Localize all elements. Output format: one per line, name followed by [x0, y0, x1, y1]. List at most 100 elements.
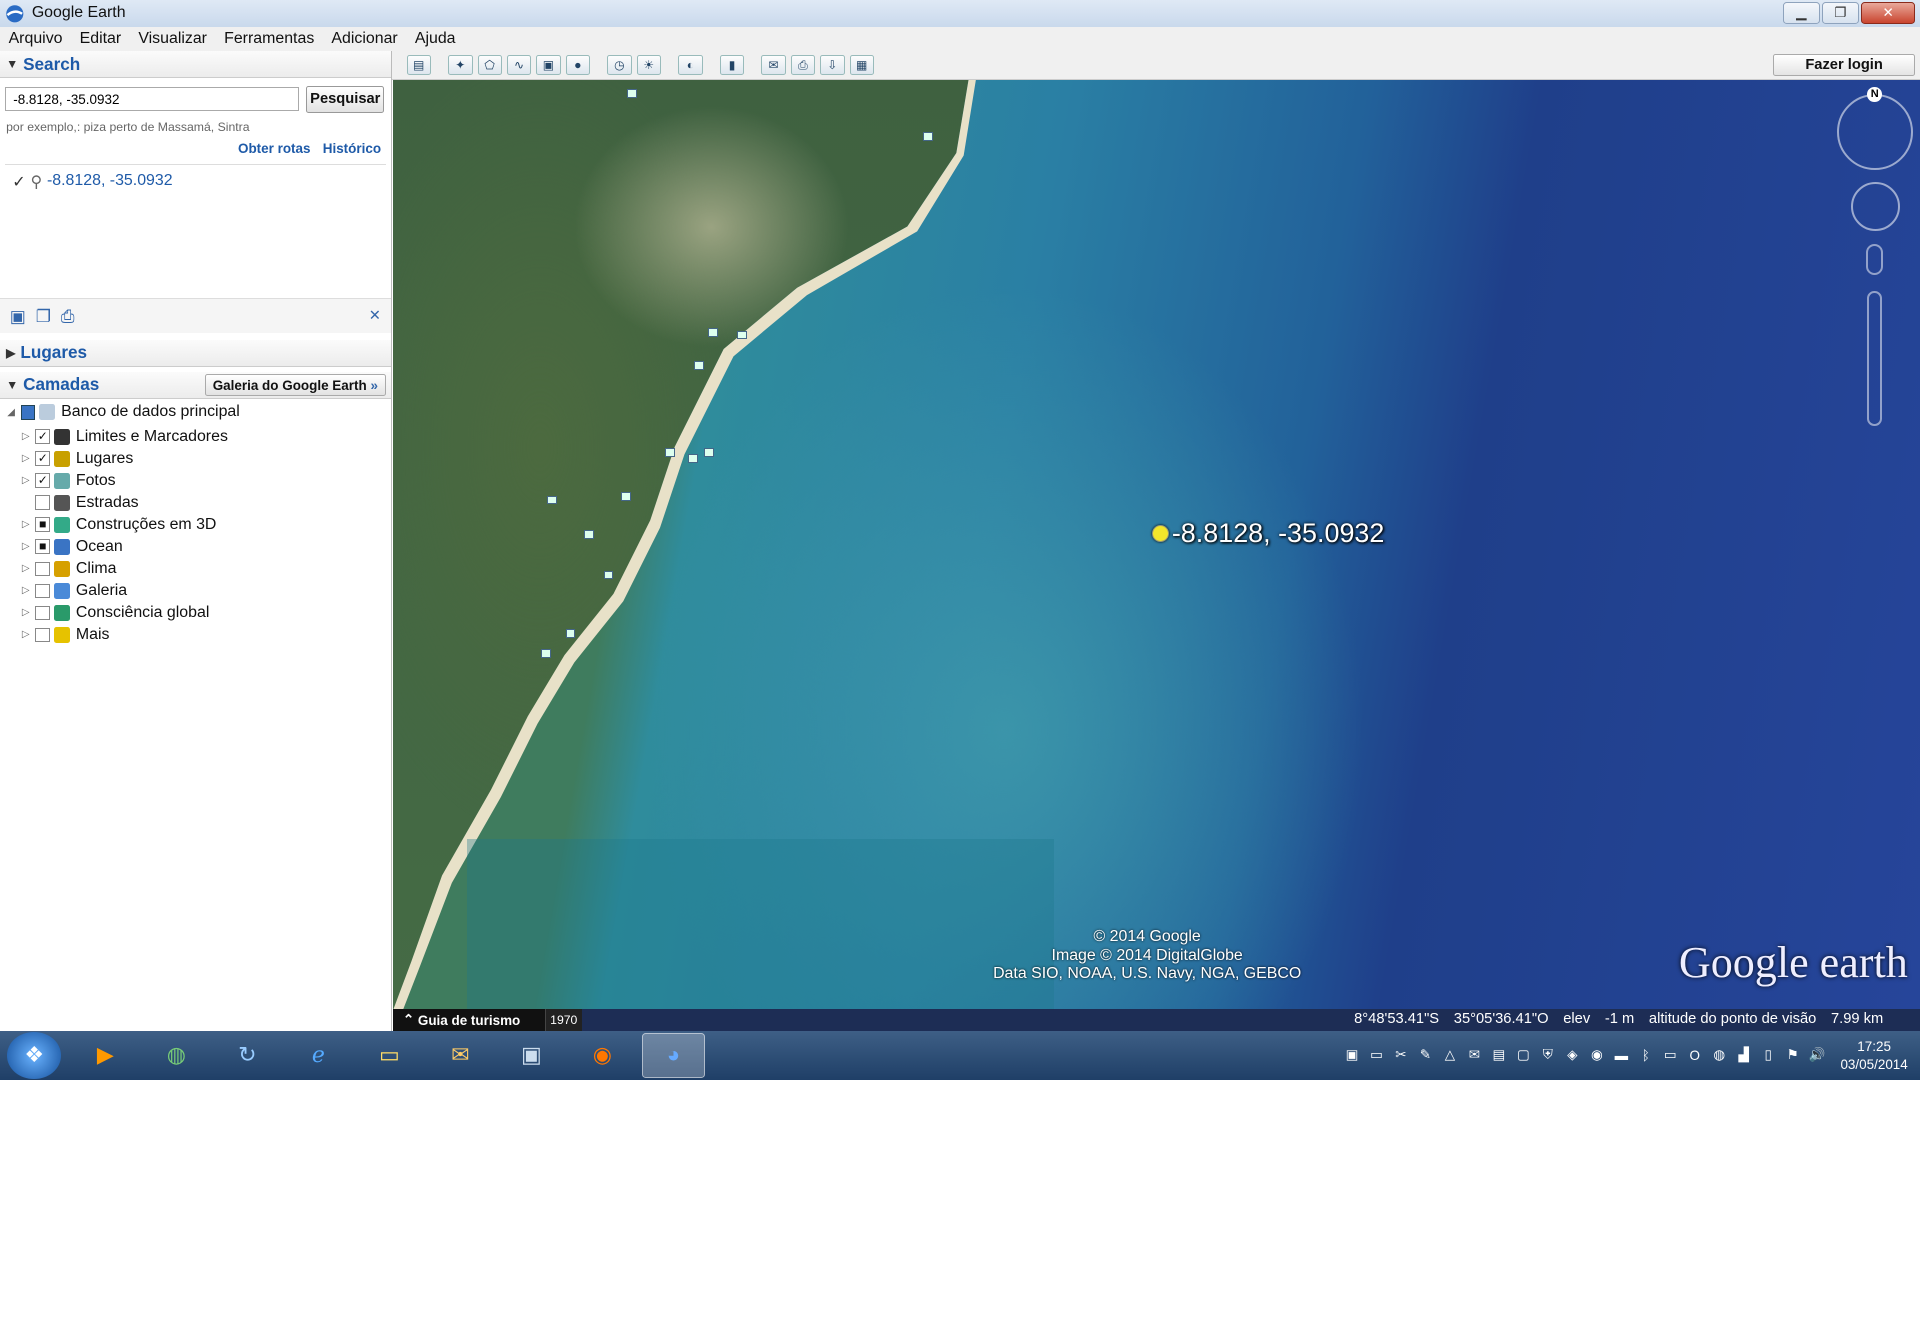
earth-gallery-button[interactable]: Galeria do Google Earth » [204, 374, 386, 397]
print-results-icon[interactable]: ⎙ [61, 306, 75, 327]
sunlight-icon[interactable]: ☀ [636, 54, 662, 76]
layer-checkbox[interactable]: ■ [35, 539, 51, 555]
tour-guide-toggle[interactable]: ⌃ Guia de turismo [393, 1008, 545, 1032]
expand-arrow-icon[interactable]: ▷ [20, 519, 32, 530]
placemark[interactable]: -8.8128, -35.0932 [1152, 518, 1384, 549]
menu-adicionar[interactable]: Adicionar [323, 30, 406, 48]
tray-display-icon[interactable]: ▢ [1515, 1047, 1532, 1064]
print-icon[interactable]: ⎙ [790, 54, 816, 76]
planets-icon[interactable]: ◐ [678, 54, 703, 76]
move-joystick[interactable] [1851, 182, 1901, 232]
collapse-arrow-icon[interactable]: ▼ [6, 378, 18, 392]
layer-item[interactable]: ▷ ✓ Limites e Marcadores [20, 426, 391, 448]
layers-panel-header[interactable]: ▼ Camadas Galeria do Google Earth » [0, 371, 391, 399]
expand-arrow-icon[interactable]: ▷ [20, 585, 32, 596]
bluetooth-icon[interactable]: ᛒ [1637, 1047, 1654, 1064]
layer-checkbox[interactable]: ✓ [35, 451, 51, 467]
layer-item[interactable]: ▷ Mais [20, 624, 391, 646]
photo-marker[interactable] [584, 530, 594, 539]
historical-imagery-icon[interactable]: ◷ [607, 54, 632, 76]
expand-arrow-icon[interactable]: ▷ [20, 607, 32, 618]
photo-marker[interactable] [547, 495, 558, 505]
add-path-icon[interactable]: ∿ [506, 54, 532, 76]
collapse-arrow-icon[interactable]: ▼ [6, 57, 18, 71]
menu-visualizar[interactable]: Visualizar [130, 30, 216, 48]
layer-checkbox[interactable] [35, 605, 51, 621]
tray-security-icon[interactable]: ⛨ [1539, 1047, 1556, 1064]
layer-item[interactable]: Estradas [20, 492, 391, 514]
look-joystick[interactable] [1836, 94, 1913, 171]
windows-start-icon[interactable]: ❖ [7, 1032, 62, 1079]
firefox-icon[interactable]: ◉ [571, 1033, 635, 1077]
tray-eye-icon[interactable]: ◉ [1588, 1047, 1605, 1064]
menu-arquivo[interactable]: Arquivo [0, 30, 71, 48]
layer-item[interactable]: ▷ ✓ Lugares [20, 448, 391, 470]
search-panel-header[interactable]: ▼ Search [0, 51, 391, 79]
photo-marker[interactable] [664, 448, 675, 457]
expand-arrow-icon[interactable]: ▷ [20, 541, 32, 552]
ruler-icon[interactable]: ▮ [719, 54, 745, 76]
internet-explorer-icon[interactable]: ℯ [287, 1033, 351, 1077]
expand-arrow-icon[interactable]: ▷ [20, 453, 32, 464]
google-earth-task-icon[interactable]: ◕ [641, 1033, 706, 1078]
pushpin-icon[interactable] [1152, 524, 1170, 542]
photo-marker[interactable] [694, 361, 705, 370]
tray-folder-icon[interactable]: ▭ [1368, 1047, 1385, 1064]
layer-item[interactable]: ▷ Galeria [20, 580, 391, 602]
photo-marker[interactable] [704, 448, 714, 457]
menu-ajuda[interactable]: Ajuda [406, 30, 464, 48]
outlook-icon[interactable]: ✉ [429, 1033, 493, 1077]
layer-checkbox[interactable]: ✓ [35, 429, 51, 445]
close-button[interactable]: ✕ [1861, 2, 1916, 25]
email-icon[interactable]: ✉ [761, 54, 786, 76]
north-indicator[interactable]: N [1867, 86, 1883, 102]
expand-arrow-icon[interactable]: ▷ [20, 431, 32, 442]
media-player-icon[interactable]: ▶ [73, 1033, 137, 1077]
layer-checkbox[interactable]: ✓ [35, 473, 51, 489]
sidebar-toggle-icon[interactable]: ▤ [406, 54, 431, 76]
photo-viewer-icon[interactable]: ▣ [500, 1033, 564, 1077]
menu-editar[interactable]: Editar [71, 30, 130, 48]
photo-marker[interactable] [707, 328, 718, 337]
places-panel-header[interactable]: ▶ Lugares [0, 339, 391, 367]
search-button[interactable]: Pesquisar [306, 85, 385, 113]
tray-mail-icon[interactable]: ✉ [1466, 1047, 1483, 1064]
maps-icon[interactable]: ▦ [849, 54, 875, 76]
tray-pen-icon[interactable]: ✎ [1417, 1047, 1434, 1064]
layer-item[interactable]: ▷ ■ Construções em 3D [20, 514, 391, 536]
layer-checkbox[interactable] [35, 561, 51, 577]
tray-network-icon[interactable]: ◍ [1711, 1047, 1728, 1064]
photo-marker[interactable] [603, 570, 614, 580]
add-folder-icon[interactable]: ▣ [10, 306, 26, 327]
layer-item[interactable]: ▷ ✓ Fotos [20, 470, 391, 492]
expand-arrow-icon[interactable]: ▷ [20, 563, 32, 574]
add-placemark-icon[interactable]: ✦ [448, 54, 473, 76]
menu-ferramentas[interactable]: Ferramentas [216, 30, 323, 48]
photo-marker[interactable] [737, 330, 747, 340]
remote-support-icon[interactable]: ↻ [215, 1033, 279, 1077]
layer-item[interactable]: ▷ Clima [20, 558, 391, 580]
tray-device-icon[interactable]: ▤ [1490, 1047, 1507, 1064]
photo-marker[interactable] [541, 648, 551, 658]
tray-screen-icon[interactable]: ▭ [1662, 1047, 1679, 1064]
zoom-slider[interactable] [1867, 291, 1883, 427]
tray-shield-icon[interactable]: ◈ [1564, 1047, 1581, 1064]
action-center-flag-icon[interactable]: ⚑ [1784, 1047, 1801, 1064]
copy-icon[interactable]: ❐ [36, 306, 51, 327]
get-directions-link[interactable]: Obter rotas [238, 141, 311, 156]
layer-item[interactable]: ▷ Consciência global [20, 602, 391, 624]
add-polygon-icon[interactable]: ⬠ [477, 54, 502, 76]
restore-button[interactable]: ❐ [1822, 2, 1859, 25]
photo-marker[interactable] [626, 89, 637, 98]
expand-arrow-icon[interactable]: ▷ [20, 475, 32, 486]
map-view[interactable]: -8.8128, -35.0932 © 2014 Google Image © … [393, 79, 1920, 1009]
record-tour-icon[interactable]: ● [565, 54, 591, 76]
layer-checkbox[interactable] [35, 627, 51, 643]
tray-tools-icon[interactable]: ✂ [1392, 1047, 1409, 1064]
clear-results-icon[interactable]: ✕ [369, 307, 381, 324]
minimize-button[interactable]: ▁ [1782, 2, 1820, 25]
tray-monitor-icon[interactable]: ▣ [1343, 1047, 1360, 1064]
tray-battery-icon[interactable]: ▬ [1613, 1047, 1630, 1064]
tray-office-icon[interactable]: O [1686, 1047, 1703, 1064]
street-view-pegman-icon[interactable] [1866, 243, 1884, 276]
